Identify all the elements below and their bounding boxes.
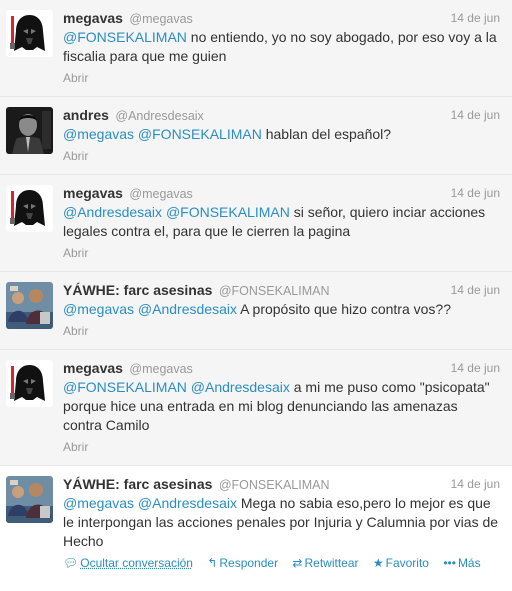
tweet-date[interactable]: 14 de jun <box>451 10 500 27</box>
tweet-date[interactable]: 14 de jun <box>451 360 500 377</box>
andres-photo-avatar[interactable] <box>6 107 53 154</box>
reply-arrow-icon: ↰ <box>207 556 218 570</box>
tweet-text: @FONSEKALIMAN no entiendo, yo no soy abo… <box>63 28 500 66</box>
more-label: Más <box>457 556 481 570</box>
mention-link[interactable]: @FONSEKALIMAN <box>63 379 187 395</box>
favorite-button[interactable]: ★ Favorito <box>373 556 432 570</box>
tweet-fullname[interactable]: YÁWHE: farc asesinas <box>63 476 212 492</box>
expand-link[interactable]: Abrir <box>63 70 500 86</box>
tweet-username[interactable]: @megavas <box>129 12 192 26</box>
tweet-text: @Andresdesaix @FONSEKALIMAN si señor, qu… <box>63 203 500 241</box>
darth-vader-avatar[interactable] <box>6 360 53 407</box>
speech-bubble-icon: 💬︎ <box>63 556 79 570</box>
hide-conversation-link[interactable]: 💬︎ Ocultar conversación <box>63 556 196 570</box>
group-photo-avatar[interactable] <box>6 282 53 329</box>
ellipsis-icon: ••• <box>443 556 456 570</box>
tweet-username[interactable]: @FONSEKALIMAN <box>219 478 330 492</box>
mention-link[interactable]: @megavas <box>63 495 134 511</box>
reply-button[interactable]: ↰ Responder <box>207 556 281 570</box>
tweet-text-segment: hablan del español? <box>261 126 392 142</box>
tweet-username[interactable]: @megavas <box>129 362 192 376</box>
retweet-label: Retwittear <box>304 556 359 570</box>
mention-link[interactable]: @FONSEKALIMAN <box>63 29 187 45</box>
mention-link[interactable]: @Andresdesaix <box>191 379 290 395</box>
tweet-text: @megavas @Andresdesaix Mega no sabia eso… <box>63 494 500 551</box>
tweet-text-segment: A propósito que hizo contra vos?? <box>236 301 452 317</box>
hide-conversation-label: Ocultar conversación <box>80 556 193 570</box>
tweet-actions: 💬︎ Ocultar conversación ↰ Responder ⇄ Retwi… <box>63 555 500 571</box>
tweet-fullname[interactable]: megavas <box>63 10 123 26</box>
tweet-fullname[interactable]: megavas <box>63 360 123 376</box>
tweet-date[interactable]: 14 de jun <box>451 282 500 299</box>
group-photo-avatar[interactable] <box>6 476 53 523</box>
darth-vader-avatar[interactable] <box>6 185 53 232</box>
darth-vader-avatar[interactable] <box>6 10 53 57</box>
tweet-date[interactable]: 14 de jun <box>451 107 500 124</box>
tweet-fullname[interactable]: megavas <box>63 185 123 201</box>
tweet-date[interactable]: 14 de jun <box>451 476 500 493</box>
tweet[interactable]: 14 de jun YÁWHE: farc asesinas @FONSEKAL… <box>0 466 512 581</box>
mention-link[interactable]: @FONSEKALIMAN <box>138 126 262 142</box>
tweet-date[interactable]: 14 de jun <box>451 185 500 202</box>
tweet[interactable]: 14 de jun megavas @megavas @FONSEKALIMAN… <box>0 350 512 466</box>
tweet-fullname[interactable]: YÁWHE: farc asesinas <box>63 282 212 298</box>
expand-link[interactable]: Abrir <box>63 323 500 339</box>
retweet-button[interactable]: ⇄ Retwittear <box>292 556 361 570</box>
expand-link[interactable]: Abrir <box>63 439 500 455</box>
mention-link[interactable]: @megavas <box>63 301 134 317</box>
star-icon: ★ <box>372 556 384 570</box>
tweet[interactable]: 14 de jun megavas @megavas @FONSEKALIMAN… <box>0 0 512 97</box>
mention-link[interactable]: @megavas <box>63 126 134 142</box>
tweet-text: @FONSEKALIMAN @Andresdesaix a mi me puso… <box>63 378 500 435</box>
tweet-text: @megavas @FONSEKALIMAN hablan del españo… <box>63 125 500 144</box>
expand-link[interactable]: Abrir <box>63 245 500 261</box>
tweet-text: @megavas @Andresdesaix A propósito que h… <box>63 300 500 319</box>
mention-link[interactable]: @FONSEKALIMAN <box>166 204 290 220</box>
mention-link[interactable]: @Andresdesaix <box>138 495 237 511</box>
reply-label: Responder <box>219 556 279 570</box>
conversation-timeline: 14 de jun megavas @megavas @FONSEKALIMAN… <box>0 0 512 581</box>
tweet-username[interactable]: @megavas <box>129 187 192 201</box>
mention-link[interactable]: @Andresdesaix <box>63 204 162 220</box>
expand-link[interactable]: Abrir <box>63 148 500 164</box>
more-button[interactable]: ••• Más <box>443 556 480 570</box>
tweet[interactable]: 14 de jun megavas @megavas @Andresdesaix… <box>0 175 512 272</box>
favorite-label: Favorito <box>385 556 429 570</box>
tweet[interactable]: 14 de jun YÁWHE: farc asesinas @FONSEKAL… <box>0 272 512 350</box>
tweet-username[interactable]: @Andresdesaix <box>115 109 203 123</box>
retweet-icon: ⇄ <box>292 556 303 570</box>
tweet[interactable]: 14 de jun andres @Andresdesaix @megavas … <box>0 97 512 175</box>
tweet-username[interactable]: @FONSEKALIMAN <box>219 284 330 298</box>
mention-link[interactable]: @Andresdesaix <box>138 301 237 317</box>
tweet-fullname[interactable]: andres <box>63 107 109 123</box>
